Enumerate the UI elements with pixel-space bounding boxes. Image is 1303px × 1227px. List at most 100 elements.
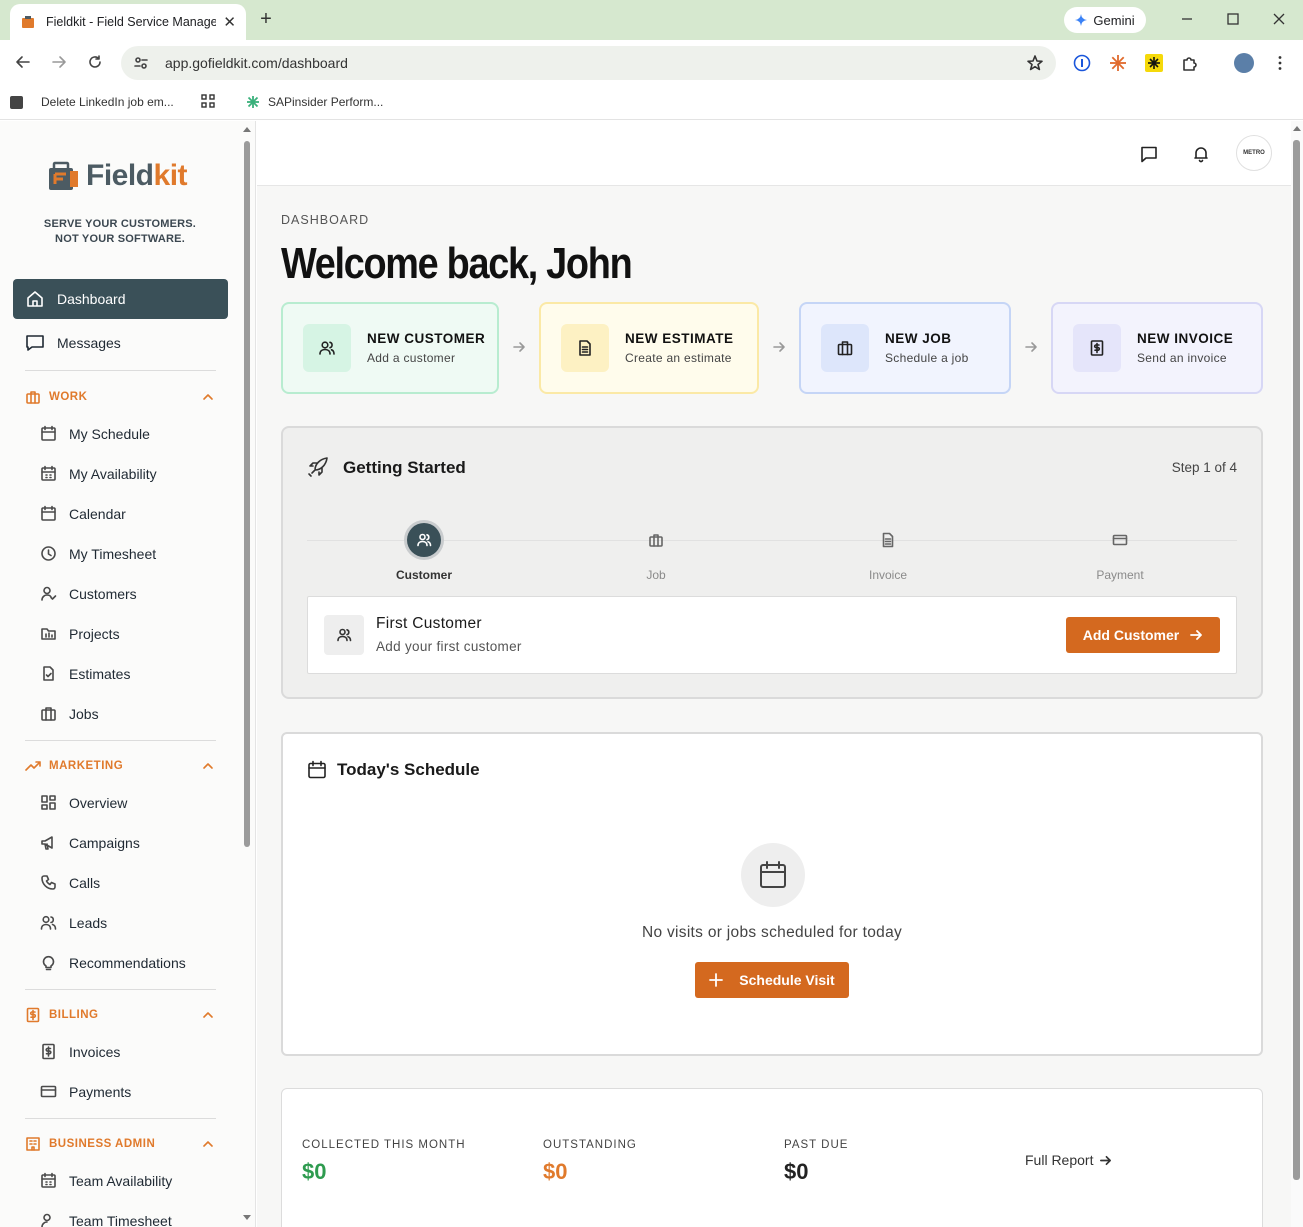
- new-estimate-card[interactable]: NEW ESTIMATE Create an estimate: [539, 302, 759, 394]
- bookmark-item[interactable]: SAPinsider Perform...: [246, 95, 383, 109]
- section-title: BILLING: [49, 1009, 99, 1021]
- claude-extension-icon[interactable]: [1109, 54, 1127, 72]
- sidebar-item-my-schedule[interactable]: My Schedule: [40, 425, 150, 442]
- main-scrollbar[interactable]: [1293, 140, 1300, 1180]
- sidebar-item-projects[interactable]: Projects: [40, 625, 120, 642]
- section-header-work[interactable]: WORK: [25, 389, 215, 405]
- reload-icon[interactable]: [86, 53, 104, 71]
- receipt-dollar-icon: [1073, 324, 1121, 372]
- bookmark-favicon-icon: [10, 95, 23, 109]
- sidebar-item-team-timesheet[interactable]: Team Timesheet: [40, 1212, 172, 1227]
- sidebar-item-customers[interactable]: Customers: [40, 585, 137, 602]
- chevron-up-icon[interactable]: [201, 1008, 215, 1022]
- step-invoice[interactable]: Invoice: [848, 523, 928, 582]
- quick-action-title: NEW INVOICE: [1137, 331, 1234, 346]
- users-icon: [40, 915, 57, 930]
- section-header-billing[interactable]: BILLING: [25, 1007, 215, 1023]
- sidebar-item-my-timesheet[interactable]: My Timesheet: [40, 545, 156, 562]
- divider: [25, 989, 216, 990]
- past-due-stat: PAST DUE $0: [784, 1139, 848, 1185]
- step-job[interactable]: Job: [616, 523, 696, 582]
- sidebar-item-recommendations[interactable]: Recommendations: [40, 954, 186, 971]
- minimize-icon[interactable]: [1178, 10, 1196, 28]
- new-invoice-card[interactable]: NEW INVOICE Send an invoice: [1051, 302, 1263, 394]
- sidebar-item-leads[interactable]: Leads: [40, 914, 107, 931]
- sidebar-item-team-availability[interactable]: Team Availability: [40, 1172, 172, 1189]
- quick-action-title: NEW ESTIMATE: [625, 331, 734, 346]
- avatar-label: METRO: [1243, 150, 1265, 156]
- window-close-icon[interactable]: [1270, 10, 1288, 28]
- page-title: Welcome back, John: [281, 239, 633, 288]
- file-text-icon: [871, 523, 905, 557]
- add-customer-button[interactable]: Add Customer: [1066, 617, 1220, 653]
- fieldkit-favicon-icon: [22, 16, 34, 28]
- step-label: Invoice: [868, 568, 908, 582]
- new-tab-button[interactable]: +: [256, 8, 276, 31]
- bookmark-star-icon[interactable]: [1026, 54, 1044, 72]
- browser-tab[interactable]: Fieldkit - Field Service Managem ✕: [10, 4, 246, 40]
- gemini-button[interactable]: Gemini: [1064, 7, 1146, 33]
- task-title: First Customer: [376, 615, 482, 632]
- bookmark-item[interactable]: Delete LinkedIn job em...: [10, 95, 174, 109]
- sidebar-item-calls[interactable]: Calls: [40, 874, 100, 891]
- step-label: Customer: [395, 568, 452, 582]
- sidebar-scrollbar[interactable]: [244, 141, 250, 847]
- chat-icon[interactable]: [1140, 145, 1158, 163]
- section-header-business-admin[interactable]: BUSINESS ADMIN: [25, 1136, 215, 1152]
- maximize-icon[interactable]: [1224, 10, 1242, 28]
- button-label: Schedule Visit: [739, 972, 835, 988]
- sidebar-item-payments[interactable]: Payments: [40, 1083, 131, 1100]
- sidebar-item-label: Team Availability: [69, 1172, 173, 1189]
- arrow-right-icon: [1025, 342, 1037, 352]
- sidebar-item-jobs[interactable]: Jobs: [40, 705, 99, 722]
- chevron-up-icon[interactable]: [201, 1137, 215, 1151]
- megaphone-icon: [41, 836, 53, 850]
- sidebar-item-invoices[interactable]: Invoices: [40, 1043, 120, 1060]
- bell-icon[interactable]: [1192, 145, 1210, 163]
- apps-grid-icon[interactable]: [200, 93, 216, 109]
- sidebar-item-campaigns[interactable]: Campaigns: [40, 834, 140, 851]
- section-header-marketing[interactable]: MARKETING: [25, 758, 215, 774]
- quick-action-subtitle: Send an invoice: [1137, 351, 1227, 365]
- browser-tab-strip: Fieldkit - Field Service Managem ✕ + Gem…: [0, 0, 1303, 40]
- extensions-puzzle-icon[interactable]: [1181, 54, 1199, 72]
- sidebar-item-calendar[interactable]: Calendar: [40, 505, 126, 522]
- scroll-up-arrow-icon[interactable]: [1292, 124, 1302, 132]
- step-customer[interactable]: Customer: [384, 523, 464, 582]
- site-settings-icon[interactable]: [133, 55, 149, 71]
- sidebar-item-label: Customers: [69, 585, 137, 602]
- company-avatar[interactable]: METRO: [1236, 135, 1272, 171]
- back-arrow-icon[interactable]: [14, 53, 32, 71]
- chevron-up-icon[interactable]: [201, 759, 215, 773]
- schedule-visit-button[interactable]: Schedule Visit: [695, 962, 849, 998]
- new-customer-card[interactable]: NEW CUSTOMER Add a customer: [281, 302, 499, 394]
- close-tab-icon[interactable]: ✕: [223, 13, 236, 31]
- sidebar-item-estimates[interactable]: Estimates: [40, 665, 130, 682]
- password-manager-extension-icon[interactable]: [1073, 54, 1091, 72]
- divider: [25, 1118, 216, 1119]
- todays-schedule-panel: Today's Schedule No visits or jobs sched…: [281, 732, 1263, 1056]
- sidebar-item-dashboard[interactable]: Dashboard: [13, 279, 228, 319]
- fieldkit-logo[interactable]: Fieldkit: [46, 159, 188, 193]
- scroll-up-arrow-icon[interactable]: [242, 125, 252, 133]
- chevron-up-icon[interactable]: [201, 390, 215, 404]
- sidebar-item-label: My Schedule: [69, 425, 150, 442]
- section-title: BUSINESS ADMIN: [49, 1138, 156, 1150]
- url-text: app.gofieldkit.com/dashboard: [165, 55, 348, 71]
- full-report-link[interactable]: Full Report: [1025, 1152, 1112, 1168]
- sidebar-item-my-availability[interactable]: My Availability: [40, 465, 157, 482]
- bookmarks-bar: Delete LinkedIn job em... SAPinsider Per…: [0, 86, 1303, 120]
- profile-avatar[interactable]: [1234, 53, 1254, 73]
- link-label: Full Report: [1025, 1152, 1094, 1168]
- credit-card-icon: [40, 1085, 57, 1098]
- yellow-extension-icon[interactable]: [1145, 54, 1163, 72]
- sidebar-item-label: My Timesheet: [69, 545, 157, 562]
- scroll-down-arrow-icon[interactable]: [242, 1214, 252, 1222]
- address-bar[interactable]: app.gofieldkit.com/dashboard: [121, 46, 1056, 80]
- sidebar-item-overview[interactable]: Overview: [40, 794, 127, 811]
- browser-menu-icon[interactable]: [1271, 54, 1289, 72]
- forward-arrow-icon[interactable]: [50, 53, 68, 71]
- sidebar-item-messages[interactable]: Messages: [13, 323, 228, 363]
- new-job-card[interactable]: NEW JOB Schedule a job: [799, 302, 1011, 394]
- step-payment[interactable]: Payment: [1080, 523, 1160, 582]
